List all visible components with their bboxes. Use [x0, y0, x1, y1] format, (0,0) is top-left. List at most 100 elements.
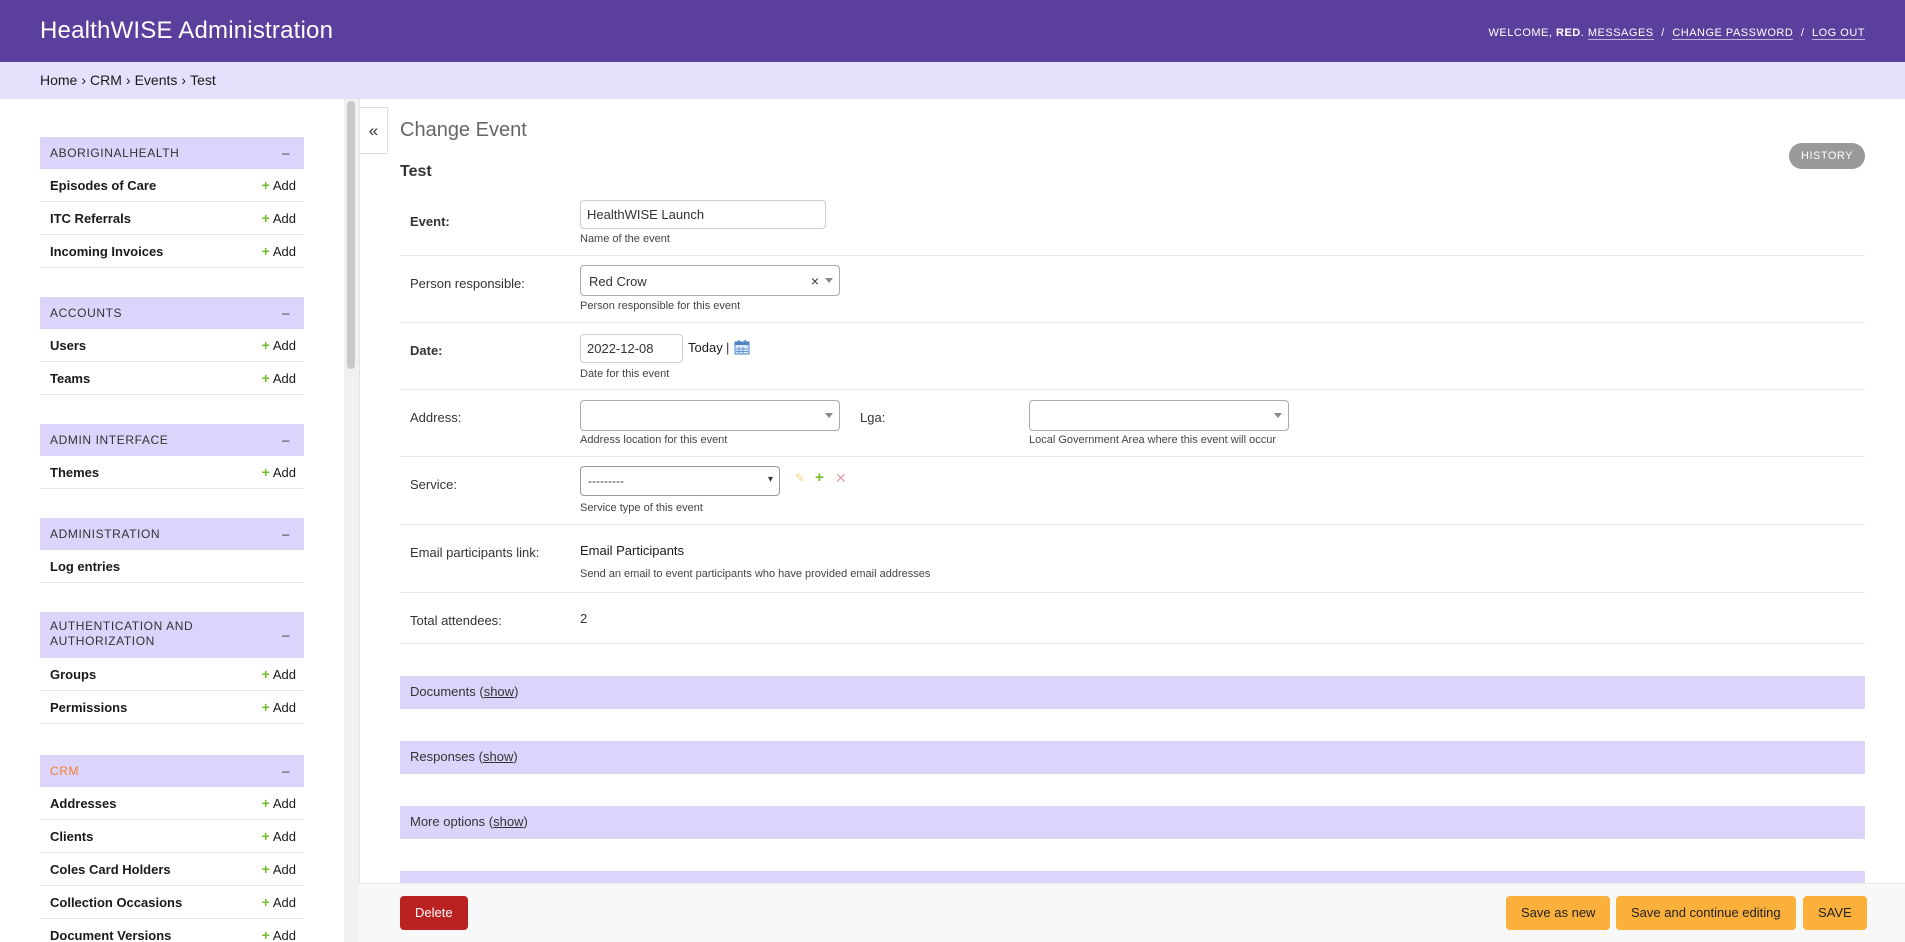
date-input[interactable]: 2022-12-08: [580, 334, 683, 363]
breadcrumb-home[interactable]: Home: [40, 72, 77, 88]
add-related-icon[interactable]: +: [815, 469, 824, 486]
add-button[interactable]: + Add: [262, 828, 296, 844]
collapse-icon[interactable]: –: [282, 306, 290, 321]
model-link[interactable]: Episodes of Care: [50, 178, 156, 193]
add-button[interactable]: + Add: [262, 861, 296, 877]
model-row: Log entries: [40, 550, 304, 583]
show-link[interactable]: show: [484, 684, 514, 699]
event-name-input[interactable]: HealthWISE Launch: [580, 200, 826, 229]
help-text: Send an email to event participants who …: [580, 568, 931, 580]
breadcrumb-separator: ›: [125, 72, 131, 88]
model-row: Groups + Add: [40, 658, 304, 691]
model-link[interactable]: Collection Occasions: [50, 895, 182, 910]
collapse-icon[interactable]: –: [282, 433, 290, 448]
save-as-new-button[interactable]: Save as new: [1506, 896, 1611, 930]
form-row-event: Event: HealthWISE Launch Name of the eve…: [400, 194, 1865, 256]
form-row-date: Date: 2022-12-08 Today | Date for this e…: [400, 323, 1865, 390]
calendar-icon[interactable]: [734, 339, 750, 358]
model-link[interactable]: Permissions: [50, 700, 127, 715]
add-button[interactable]: + Add: [262, 699, 296, 715]
add-label: Add: [272, 796, 296, 811]
collapse-icon[interactable]: –: [282, 527, 290, 542]
field-label: Date:: [410, 343, 443, 358]
edit-pencil-icon[interactable]: ✎: [795, 471, 805, 485]
model-link[interactable]: Addresses: [50, 796, 116, 811]
add-button[interactable]: + Add: [262, 464, 296, 480]
model-link[interactable]: Log entries: [50, 559, 120, 574]
save-button[interactable]: SAVE: [1803, 896, 1867, 930]
messages-link[interactable]: MESSAGES: [1587, 27, 1654, 40]
model-row: Addresses + Add: [40, 787, 304, 820]
change-password-link[interactable]: CHANGE PASSWORD: [1672, 27, 1794, 40]
person-responsible-select[interactable]: Red Crow ×: [580, 265, 840, 296]
app-caption-label: ACCOUNTS: [50, 306, 123, 320]
add-button[interactable]: + Add: [262, 666, 296, 682]
add-button[interactable]: + Add: [262, 210, 296, 226]
add-label: Add: [272, 700, 296, 715]
clear-icon[interactable]: ×: [811, 273, 819, 289]
site-branding[interactable]: HealthWISE Administration: [40, 17, 333, 45]
collapse-icon[interactable]: –: [282, 628, 290, 643]
model-link[interactable]: Users: [50, 338, 86, 353]
fieldset-title: Documents: [410, 684, 476, 699]
add-button[interactable]: + Add: [262, 177, 296, 193]
model-link[interactable]: Themes: [50, 465, 99, 480]
model-row: Themes + Add: [40, 456, 304, 489]
model-link[interactable]: ITC Referrals: [50, 211, 131, 226]
app-caption[interactable]: ADMINISTRATION –: [40, 518, 304, 550]
add-button[interactable]: + Add: [262, 894, 296, 910]
dropdown-caret-icon: [825, 278, 833, 283]
app-caption[interactable]: AUTHENTICATION AND AUTHORIZATION –: [40, 612, 304, 658]
nav-sidebar: ABORIGINALHEALTH – Episodes of Care + Add…: [0, 99, 359, 942]
address-select[interactable]: [580, 400, 840, 431]
app-caption[interactable]: CRM –: [40, 755, 304, 787]
model-link[interactable]: Clients: [50, 829, 93, 844]
model-row: Permissions + Add: [40, 691, 304, 724]
service-select[interactable]: --------- ▾: [580, 466, 780, 496]
save-and-continue-button[interactable]: Save and continue editing: [1616, 896, 1796, 930]
breadcrumb-current: Test: [190, 72, 216, 88]
dropdown-caret-icon: [1274, 413, 1282, 418]
app-module-administration: ADMINISTRATION – Log entries: [40, 518, 304, 583]
model-link[interactable]: Teams: [50, 371, 90, 386]
app-caption[interactable]: ADMIN INTERFACE –: [40, 424, 304, 456]
form-row-total-attendees: Total attendees: 2: [400, 593, 1865, 644]
collapse-icon[interactable]: –: [282, 146, 290, 161]
show-link[interactable]: show: [493, 814, 523, 829]
logout-link[interactable]: LOG OUT: [1811, 27, 1865, 40]
sidebar-scrollbar-thumb[interactable]: [347, 101, 355, 369]
email-participants-link[interactable]: Email Participants: [580, 543, 684, 558]
delete-related-icon[interactable]: ✕: [835, 470, 847, 487]
plus-icon: +: [261, 666, 270, 682]
toggle-nav-sidebar-button[interactable]: «: [360, 107, 388, 154]
user-tools-separator: /: [1661, 27, 1665, 39]
app-caption[interactable]: ABORIGINALHEALTH –: [40, 137, 304, 169]
delete-button[interactable]: Delete: [400, 896, 468, 930]
help-text: Name of the event: [580, 233, 670, 245]
model-link[interactable]: Groups: [50, 667, 96, 682]
add-button[interactable]: + Add: [262, 243, 296, 259]
add-button[interactable]: + Add: [262, 337, 296, 353]
model-link[interactable]: Coles Card Holders: [50, 862, 171, 877]
field-label: Person responsible:: [410, 276, 525, 291]
model-link[interactable]: Document Versions: [50, 928, 171, 942]
lga-select[interactable]: [1029, 400, 1289, 431]
add-button[interactable]: + Add: [262, 927, 296, 942]
model-row: Clients + Add: [40, 820, 304, 853]
breadcrumb-events[interactable]: Events: [135, 72, 178, 88]
fieldset-title: More options: [410, 814, 486, 829]
breadcrumb-crm[interactable]: CRM: [90, 72, 122, 88]
add-button[interactable]: + Add: [262, 370, 296, 386]
history-button[interactable]: HISTORY: [1789, 143, 1865, 169]
fieldset-title: Responses: [410, 749, 476, 764]
plus-icon: +: [261, 464, 270, 480]
today-link[interactable]: Today: [688, 340, 723, 355]
show-link[interactable]: show: [483, 749, 513, 764]
app-caption[interactable]: ACCOUNTS –: [40, 297, 304, 329]
model-link[interactable]: Incoming Invoices: [50, 244, 163, 259]
plus-icon: +: [261, 795, 270, 811]
date-separator: |: [726, 340, 730, 355]
welcome-dot: .: [1580, 27, 1585, 39]
add-button[interactable]: + Add: [262, 795, 296, 811]
collapse-icon[interactable]: –: [282, 764, 290, 779]
